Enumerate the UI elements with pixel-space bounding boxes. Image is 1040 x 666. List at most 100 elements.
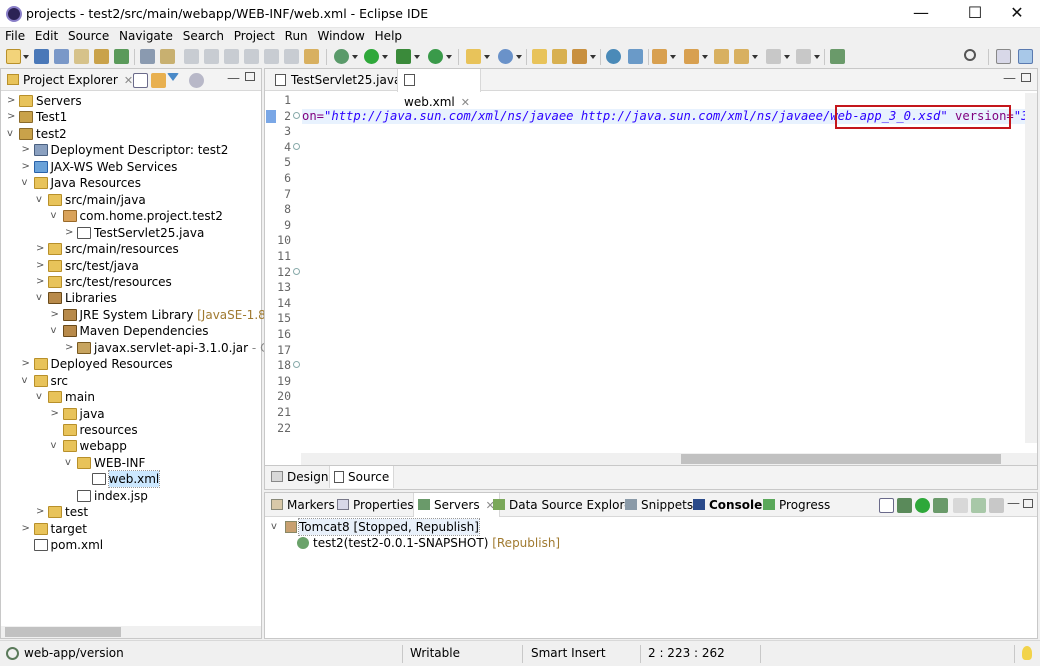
new-web-icon[interactable] xyxy=(498,49,513,64)
back-arrow-icon[interactable] xyxy=(766,49,781,64)
collapse-all-servers-icon[interactable] xyxy=(879,498,894,513)
chevron-right-icon[interactable]: > xyxy=(22,142,30,158)
menu-window[interactable]: Window xyxy=(315,28,368,44)
step-into-icon[interactable] xyxy=(284,49,299,64)
link-with-editor-icon[interactable] xyxy=(151,73,166,88)
chevron-right-icon[interactable]: > xyxy=(36,274,44,290)
tree-item[interactable]: v test2 xyxy=(1,126,259,142)
tab-design[interactable]: Design xyxy=(271,466,328,488)
search-toolbar-icon[interactable] xyxy=(628,49,643,64)
prev-annotation-dropdown-icon[interactable] xyxy=(702,55,708,59)
prev-annotation-icon[interactable] xyxy=(684,49,699,64)
editor-horizontal-scrollbar[interactable] xyxy=(301,453,1037,465)
tree-item[interactable]: v webapp xyxy=(1,438,259,454)
editor-vertical-scrollbar[interactable] xyxy=(1025,93,1037,443)
tree-item[interactable]: > target xyxy=(1,521,259,537)
chevron-right-icon[interactable]: > xyxy=(51,406,59,422)
tab-testservlet25-java[interactable]: TestServlet25.java xyxy=(269,69,401,91)
debug-icon[interactable] xyxy=(334,49,349,64)
forward-dropdown-icon[interactable] xyxy=(814,55,820,59)
tree-item[interactable]: > TestServlet25.java xyxy=(1,225,259,241)
fold-toggle-icon[interactable] xyxy=(293,361,300,369)
external-tools-icon[interactable] xyxy=(428,49,443,64)
maximize-view-icon[interactable] xyxy=(245,72,255,81)
tree-item[interactable]: v Java Resources xyxy=(1,175,259,191)
chevron-down-icon[interactable]: v xyxy=(51,438,59,454)
chevron-right-icon[interactable]: > xyxy=(36,504,44,520)
maximize-button[interactable]: ☐ xyxy=(952,0,998,28)
chevron-right-icon[interactable]: > xyxy=(22,521,30,537)
new-server-icon[interactable] xyxy=(466,49,481,64)
new-dropdown-icon[interactable] xyxy=(23,55,29,59)
resume-icon[interactable] xyxy=(204,49,219,64)
tree-item[interactable]: v src xyxy=(1,373,259,389)
tree-item[interactable]: pom.xml xyxy=(1,537,259,553)
minimize-view-icon[interactable]: — xyxy=(227,71,240,86)
maximize-panel-icon[interactable] xyxy=(1023,499,1033,508)
java-ee-perspective-icon[interactable] xyxy=(1018,49,1033,64)
tree-item[interactable]: > java xyxy=(1,406,259,422)
tree-item[interactable]: > Servers xyxy=(1,93,259,109)
tree-item[interactable]: > src/test/resources xyxy=(1,274,259,290)
forward-icon[interactable] xyxy=(796,49,811,64)
tab-snippets[interactable]: Snippets xyxy=(625,493,693,517)
search-icon[interactable] xyxy=(964,49,976,61)
minimize-button[interactable]: — xyxy=(898,0,944,28)
tab-servers[interactable]: Servers ✕ xyxy=(413,493,500,517)
tree-item[interactable]: > JRE System Library [JavaSE-1.8] xyxy=(1,307,271,323)
chevron-right-icon[interactable]: > xyxy=(22,159,30,175)
view-menu-icon[interactable] xyxy=(989,498,1004,513)
open-type-hierarchy-icon[interactable] xyxy=(552,49,567,64)
menu-source[interactable]: Source xyxy=(65,28,112,44)
open-perspective-icon[interactable] xyxy=(996,49,1011,64)
menu-help[interactable]: Help xyxy=(372,28,405,44)
maximize-editor-icon[interactable] xyxy=(1021,73,1031,82)
tree-item[interactable]: v src/main/java xyxy=(1,192,259,208)
tree-item[interactable]: v Libraries xyxy=(1,290,259,306)
menu-run[interactable]: Run xyxy=(282,28,311,44)
view-menu-icon[interactable] xyxy=(189,73,204,88)
new-icon[interactable] xyxy=(6,49,21,64)
skip-breakpoints-icon[interactable] xyxy=(184,49,199,64)
code-area[interactable]: on="http://java.sun.com/xml/ns/javaee ht… xyxy=(302,93,1025,455)
save-icon[interactable] xyxy=(34,49,49,64)
tree-item[interactable]: resources xyxy=(1,422,259,438)
terminate-icon[interactable] xyxy=(244,49,259,64)
tab-markers[interactable]: Markers xyxy=(271,493,335,517)
chevron-down-icon[interactable]: v xyxy=(36,290,44,306)
debug-dropdown-icon[interactable] xyxy=(352,55,358,59)
minimize-panel-icon[interactable]: — xyxy=(1007,496,1020,511)
pencil-dropdown-icon[interactable] xyxy=(590,55,596,59)
coverage-icon[interactable] xyxy=(396,49,411,64)
pencil-icon[interactable] xyxy=(572,49,587,64)
tree-item[interactable]: v com.home.project.test2 xyxy=(1,208,259,224)
tree-scroll-thumb[interactable] xyxy=(5,627,121,637)
chevron-right-icon[interactable]: > xyxy=(7,109,15,125)
fold-toggle-icon[interactable] xyxy=(293,267,300,275)
back-dropdown-icon[interactable] xyxy=(752,55,758,59)
tree-item[interactable]: > JAX-WS Web Services xyxy=(1,159,259,175)
menu-edit[interactable]: Edit xyxy=(32,28,61,44)
tree-item[interactable]: >javax.servlet-api-3.1.0.jar - C:₩Use xyxy=(1,340,307,356)
tree-item[interactable]: > test xyxy=(1,504,259,520)
step-over-icon[interactable] xyxy=(304,49,319,64)
tree-item[interactable]: web.xml xyxy=(1,470,259,489)
tree-item[interactable]: > Deployment Descriptor: test2 xyxy=(1,142,259,158)
chevron-down-icon[interactable]: v xyxy=(22,175,30,191)
new-server-dropdown-icon[interactable] xyxy=(484,55,490,59)
menu-search[interactable]: Search xyxy=(180,28,227,44)
chevron-right-icon[interactable]: > xyxy=(7,93,15,109)
new-web-dropdown-icon[interactable] xyxy=(516,55,522,59)
tab-project-explorer[interactable]: Project Explorer ✕ xyxy=(7,69,133,91)
menu-navigate[interactable]: Navigate xyxy=(116,28,176,44)
next-annotation-dropdown-icon[interactable] xyxy=(670,55,676,59)
external-tools-dropdown-icon[interactable] xyxy=(446,55,452,59)
run-icon[interactable] xyxy=(364,49,379,64)
chevron-down-icon[interactable]: v xyxy=(51,323,59,339)
tree-item[interactable]: > src/test/java xyxy=(1,258,259,274)
minimize-editor-icon[interactable]: — xyxy=(1003,71,1016,86)
tree-item[interactable]: > Test1 xyxy=(1,109,259,125)
chevron-down-icon[interactable]: v xyxy=(22,373,30,389)
chevron-down-icon[interactable]: v xyxy=(271,519,279,535)
tab-progress[interactable]: Progress xyxy=(763,493,830,517)
